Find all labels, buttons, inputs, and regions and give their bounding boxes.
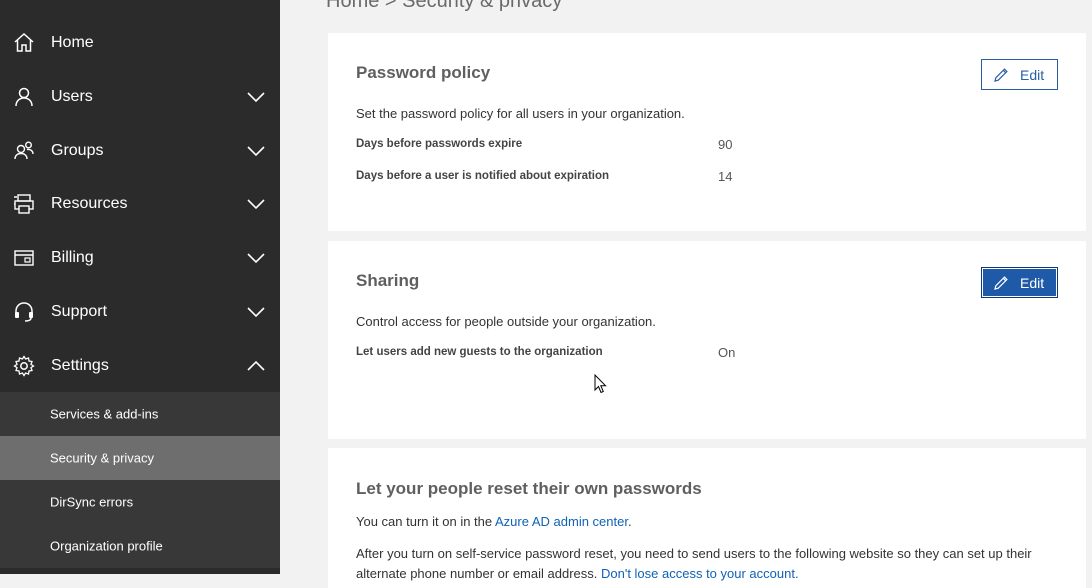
home-icon (14, 32, 34, 52)
reset-instructions-line: After you turn on self-service password … (356, 546, 1032, 561)
nav-item-label: Groups (51, 142, 104, 159)
nav-item-label: Resources (51, 195, 128, 212)
property-value: On (718, 345, 736, 360)
password-policy-card: Password policy Edit Set the password po… (328, 33, 1086, 231)
nav-item-resources[interactable]: Resources (0, 177, 280, 231)
user-icon (15, 87, 33, 107)
sidebar-item-organization-profile[interactable]: Organization profile (0, 524, 280, 568)
card-description: Set the password policy for all users in… (356, 106, 685, 121)
reset-info-end: . (627, 514, 632, 529)
sharing-edit-button[interactable]: Edit (981, 267, 1058, 298)
nav-item-label: Users (51, 88, 93, 105)
card-title: Let your people reset their own password… (356, 479, 702, 498)
nav-item-settings[interactable]: Settings (0, 339, 280, 393)
gear-icon (13, 355, 35, 377)
property-value: 14 (718, 169, 733, 184)
nav-item-label: Billing (51, 249, 94, 266)
billing-icon (14, 250, 34, 266)
chevron-down-icon[interactable] (246, 252, 266, 264)
reset-info-text: You can turn it on in the (356, 514, 496, 529)
password-policy-edit-button[interactable]: Edit (981, 59, 1058, 90)
resources-icon (14, 194, 34, 214)
card-title: Password policy (356, 63, 491, 82)
edit-label: Edit (1020, 275, 1045, 291)
chevron-down-icon[interactable] (246, 198, 266, 210)
property-label: Days before a user is notified about exp… (356, 170, 610, 182)
azure-ad-admin-center-link[interactable]: Azure AD admin center (495, 514, 628, 529)
headset-icon (15, 302, 33, 322)
property-label: Days before passwords expire (356, 138, 523, 150)
card-title: Sharing (356, 271, 420, 290)
chevron-up-icon[interactable] (246, 360, 266, 372)
card-description: Control access for people outside your o… (356, 314, 656, 329)
nav-item-label: Home (51, 34, 94, 51)
property-label: Let users add new guests to the organiza… (356, 346, 603, 358)
sub-item-label: Organization profile (50, 538, 163, 554)
sub-item-label: Security & privacy (50, 450, 155, 466)
chevron-down-icon[interactable] (246, 306, 266, 318)
sub-item-label: DirSync errors (50, 494, 134, 510)
sidebar-item-services-add-ins[interactable]: Services & add-ins (0, 392, 280, 436)
chevron-down-icon[interactable] (246, 145, 266, 157)
reset-info-line: You can turn it on in the Azure AD admin… (356, 514, 632, 529)
nav-item-home[interactable]: Home (0, 16, 280, 70)
nav-item-users[interactable]: Users (0, 70, 280, 124)
sidebar-item-dirsync-errors[interactable]: DirSync errors (0, 480, 280, 524)
nav-item-support[interactable]: Support (0, 285, 280, 339)
edit-label: Edit (1020, 67, 1045, 83)
property-value: 90 (718, 137, 733, 152)
groups-icon (14, 141, 34, 160)
mouse-pointer-icon (594, 374, 607, 394)
nav-item-label: Support (51, 303, 108, 320)
nav-item-label: Settings (51, 357, 109, 374)
nav-item-groups[interactable]: Groups (0, 124, 280, 178)
left-nav: Home Users Groups Resources Billing Supp… (0, 0, 280, 574)
pencil-icon (994, 276, 1008, 290)
nav-item-billing[interactable]: Billing (0, 231, 280, 285)
sidebar-item-security-privacy[interactable]: Security & privacy (0, 436, 280, 480)
sharing-card: Sharing Edit Control access for people o… (328, 241, 1086, 439)
breadcrumb: Home > Security & privacy (326, 0, 563, 12)
self-service-reset-card: Let your people reset their own password… (328, 448, 1086, 588)
sub-item-label: Services & add-ins (50, 406, 159, 422)
chevron-down-icon[interactable] (246, 91, 266, 103)
pencil-icon (994, 68, 1008, 82)
